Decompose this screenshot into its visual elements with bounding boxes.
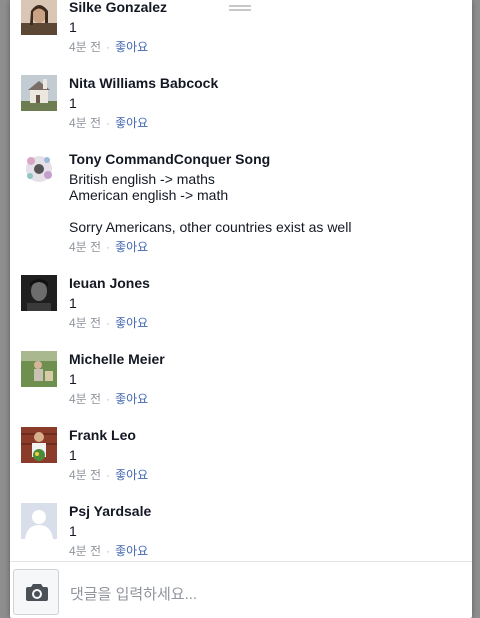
comment-text: 1 <box>69 295 77 311</box>
comment-author[interactable]: Michelle Meier <box>69 351 459 369</box>
comment-author[interactable]: Frank Leo <box>69 427 459 445</box>
backdrop <box>0 0 10 618</box>
composer-divider <box>10 561 472 562</box>
comment-author[interactable]: Silke Gonzalez <box>69 0 459 17</box>
camera-icon <box>26 584 48 601</box>
comment-meta: 4분 전 · 좋아요 <box>69 467 459 483</box>
comment-time: 4분 전 <box>69 116 102 130</box>
avatar[interactable] <box>21 75 57 111</box>
like-link[interactable]: 좋아요 <box>115 468 148 482</box>
comment-text: 1 <box>69 447 77 463</box>
comment-time: 4분 전 <box>69 468 102 482</box>
avatar[interactable] <box>21 275 57 311</box>
meta-separator: · <box>106 392 111 406</box>
comment-meta: 4분 전 · 좋아요 <box>69 39 459 55</box>
comment-text: 1 <box>69 19 77 35</box>
like-link[interactable]: 좋아요 <box>115 316 148 330</box>
like-link[interactable]: 좋아요 <box>115 392 148 406</box>
avatar[interactable] <box>21 427 57 463</box>
camera-button[interactable] <box>13 569 59 615</box>
like-link[interactable]: 좋아요 <box>115 40 148 54</box>
backdrop <box>472 0 480 618</box>
comment-author[interactable]: Psj Yardsale <box>69 503 459 521</box>
comment-meta: 4분 전 · 좋아요 <box>69 239 459 255</box>
comment-text: 1 <box>69 371 77 387</box>
comment-input[interactable] <box>68 576 452 612</box>
comment-meta: 4분 전 · 좋아요 <box>69 115 459 131</box>
like-link[interactable]: 좋아요 <box>115 116 148 130</box>
comments-sheet: Silke Gonzalez 1 4분 전 · 좋아요 Nita Williams … <box>10 0 472 618</box>
comment-meta: 4분 전 · 좋아요 <box>69 543 459 559</box>
comment-text: 1 <box>69 523 77 539</box>
meta-separator: · <box>106 544 111 558</box>
comment-text: British english -> maths American englis… <box>69 171 352 235</box>
comment-time: 4분 전 <box>69 316 102 330</box>
comment-author[interactable]: Nita Williams Babcock <box>69 75 459 93</box>
avatar[interactable] <box>21 0 57 35</box>
comment-time: 4분 전 <box>69 544 102 558</box>
comment-time: 4분 전 <box>69 240 102 254</box>
comment-text: 1 <box>69 95 77 111</box>
meta-separator: · <box>106 316 111 330</box>
comment-author[interactable]: Tony CommandConquer Song <box>69 151 459 169</box>
meta-separator: · <box>106 468 111 482</box>
avatar[interactable] <box>21 503 57 539</box>
comment-author[interactable]: Ieuan Jones <box>69 275 459 293</box>
avatar[interactable] <box>21 351 57 387</box>
like-link[interactable]: 좋아요 <box>115 544 148 558</box>
meta-separator: · <box>106 240 111 254</box>
comment-time: 4분 전 <box>69 392 102 406</box>
comment-meta: 4분 전 · 좋아요 <box>69 391 459 407</box>
comment-time: 4분 전 <box>69 40 102 54</box>
avatar[interactable] <box>21 151 57 187</box>
meta-separator: · <box>106 40 111 54</box>
like-link[interactable]: 좋아요 <box>115 240 148 254</box>
meta-separator: · <box>106 116 111 130</box>
comment-meta: 4분 전 · 좋아요 <box>69 315 459 331</box>
